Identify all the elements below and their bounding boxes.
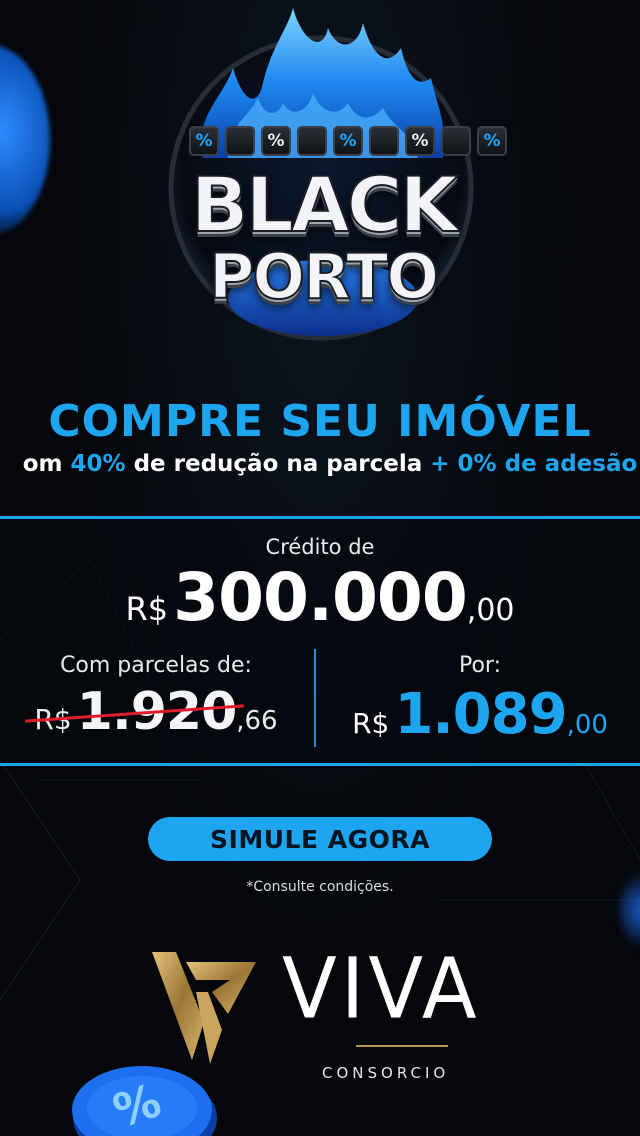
disclaimer-text: *Consulte condições. <box>246 879 394 895</box>
old-installment-column: Com parcelas de: R$ 1.920,66 <box>0 653 316 742</box>
percent-key-icon: % <box>477 126 507 156</box>
credit-cents: ,00 <box>466 593 515 628</box>
simule-agora-button[interactable]: SIMULE AGORA <box>148 817 492 861</box>
blank-key-icon: . <box>225 126 255 156</box>
new-installment-column: Por: R$ 1.089,00 <box>316 653 640 747</box>
offer-panel: Crédito de R$ 300.000,00 Com parcelas de… <box>0 516 640 766</box>
old-amount: 1.920 <box>24 682 245 742</box>
credit-label: Crédito de <box>265 535 375 559</box>
brand-name: VIVA <box>282 939 481 1038</box>
old-installment-value: R$ 1.920,66 <box>0 682 316 742</box>
badge-title-black: BLACK <box>190 159 460 250</box>
badge-title-porto: PORTO <box>208 239 440 314</box>
credit-currency: R$ <box>125 590 169 628</box>
percent-key-icon: % <box>189 126 219 156</box>
black-porto-badge: % . % . % . % . % BLACK PORTO <box>163 8 507 348</box>
subtitle-highlight-discount: 40% <box>70 451 126 477</box>
blank-key-icon: . <box>369 126 399 156</box>
viva-logo-mark-icon <box>152 952 256 1064</box>
new-currency: R$ <box>352 707 390 740</box>
page-title: COMPRE SEU IMÓVEL <box>48 396 592 447</box>
ad-page: % . % . % . % . % BLACK PORTO COMPRE SEU… <box>0 0 640 1136</box>
subtitle-middle: de redução na parcela <box>125 451 431 477</box>
new-amount: 1.089 <box>394 682 567 747</box>
old-cents: ,66 <box>236 706 278 736</box>
credit-amount: 300.000 <box>173 559 468 636</box>
brand-divider <box>356 1045 448 1047</box>
brand-subtitle: CONSORCIO <box>322 1064 450 1082</box>
new-cents: ,00 <box>566 710 608 740</box>
credit-value: R$ 300.000,00 <box>0 559 640 636</box>
new-installment-label: Por: <box>458 653 501 678</box>
blue-orb-decoration <box>0 45 50 235</box>
percent-key-icon: % <box>333 126 363 156</box>
blank-key-icon: . <box>441 126 471 156</box>
percent-keys-row: % . % . % . % . % <box>189 126 507 156</box>
blank-key-icon: . <box>297 126 327 156</box>
percent-key-icon: % <box>261 126 291 156</box>
new-installment-value: R$ 1.089,00 <box>316 682 640 747</box>
old-installment-label: Com parcelas de: <box>60 653 252 678</box>
headline-subtitle: om 40% de redução na parcela + 0% de ade… <box>0 451 640 477</box>
subtitle-prefix: om <box>22 451 71 477</box>
percent-key-icon: % <box>405 126 435 156</box>
subtitle-highlight-fee: + 0% de adesão <box>430 451 638 477</box>
